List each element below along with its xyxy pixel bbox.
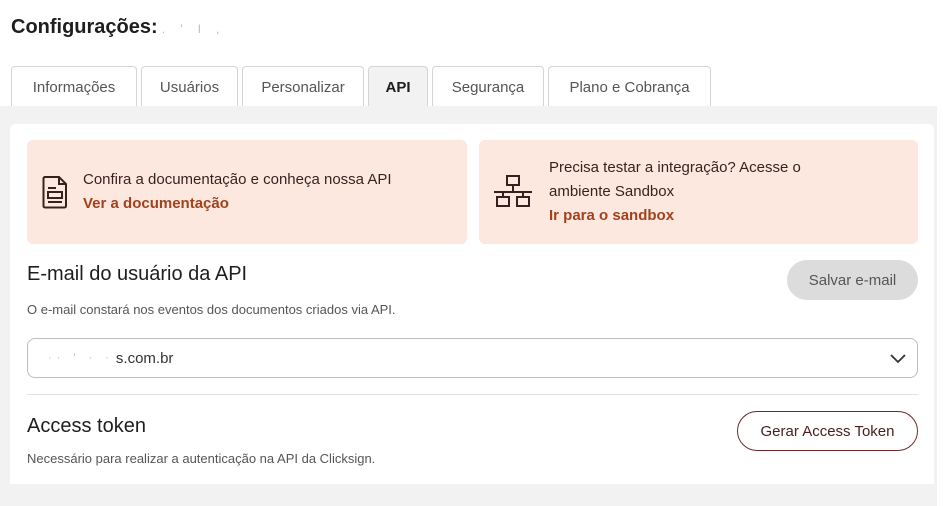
section-divider [27,394,918,395]
tab-personalizar[interactable]: Personalizar [242,66,364,107]
account-name-redacted: . ' l , [161,22,226,36]
page-title: Configurações:. ' l , [11,16,225,39]
settings-tabs: Informações Usuários Personalizar API Se… [11,66,711,107]
tab-api[interactable]: API [368,66,428,107]
sandbox-card: Precisa testar a integração? Acesse o am… [479,140,918,244]
sandbox-card-text-line1: Precisa testar a integração? Acesse o [549,159,801,176]
tab-seguranca[interactable]: Segurança [432,66,544,107]
tab-usuarios[interactable]: Usuários [141,66,238,107]
access-token-section-title: Access token [27,415,146,437]
email-redacted-part: ·· ' · · [48,352,114,364]
email-visible-part: s.com.br [115,349,174,367]
view-documentation-link[interactable]: Ver a documentação [83,192,392,216]
chevron-down-icon [889,349,907,371]
sandbox-card-text-line2: ambiente Sandbox [549,183,675,200]
api-user-email-select[interactable]: ·· ' · · s.com.br [27,338,918,378]
access-token-section-description: Necessário para realizar a autenticação … [27,451,376,466]
page-title-text: Configurações: [11,16,158,38]
save-email-button[interactable]: Salvar e-mail [787,260,918,300]
tab-informacoes[interactable]: Informações [11,66,137,107]
generate-access-token-button[interactable]: Gerar Access Token [737,411,918,451]
documentation-card-text: Confira a documentação e conheça nossa A… [83,171,392,188]
documentation-card: Confira a documentação e conheça nossa A… [27,140,467,244]
email-section-description: O e-mail constará nos eventos dos docume… [27,302,396,317]
email-section-title: E-mail do usuário da API [27,263,248,285]
document-icon [35,175,75,209]
network-icon [493,175,533,209]
tab-content-background: Confira a documentação e conheça nossa A… [0,106,937,506]
go-to-sandbox-link[interactable]: Ir para o sandbox [549,204,801,228]
api-settings-panel: Confira a documentação e conheça nossa A… [10,124,934,484]
tab-plano-cobranca[interactable]: Plano e Cobrança [548,66,711,107]
